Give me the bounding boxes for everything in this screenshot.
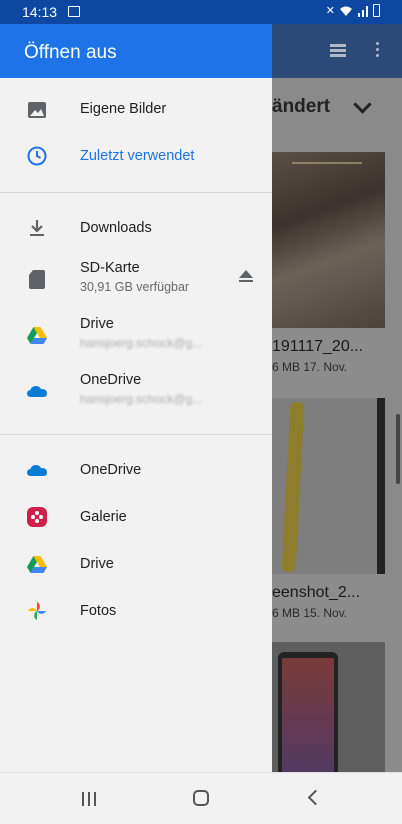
drawer-item-recent[interactable]: Zuletzt verwendet — [0, 133, 272, 180]
drawer-item-downloads[interactable]: Downloads — [0, 205, 272, 252]
google-drive-icon — [27, 556, 47, 573]
drawer-item-gallery[interactable]: Galerie — [0, 494, 272, 541]
sort-label[interactable]: ändert — [272, 96, 330, 118]
google-photos-icon — [28, 602, 46, 620]
drawer-item-sublabel: 30,91 GB verfügbar — [80, 280, 190, 294]
back-icon[interactable] — [307, 789, 324, 806]
recents-icon[interactable] — [82, 792, 96, 806]
clock-icon — [27, 146, 47, 166]
google-drive-icon — [27, 327, 47, 344]
drawer-item-label: Eigene Bilder — [80, 101, 167, 117]
drawer-title: Öffnen aus — [0, 24, 272, 78]
drawer-item-label: Drive — [80, 316, 114, 332]
drawer-item-label: Zuletzt verwendet — [80, 148, 195, 164]
file-thumbnail — [272, 398, 385, 574]
battery-icon — [373, 4, 380, 17]
drawer-item-label: Fotos — [80, 603, 117, 619]
home-icon[interactable] — [193, 790, 209, 806]
drawer-item-label: Drive — [80, 556, 114, 572]
file-name: eenshot_2... — [272, 584, 361, 601]
photo-notification-icon — [68, 6, 80, 17]
drawer-item-label: SD-Karte — [80, 260, 140, 276]
eject-icon[interactable] — [238, 269, 254, 283]
file-card[interactable]: 191117_20... 6 MB 17. Nov. — [272, 152, 385, 402]
drawer-item-onedrive[interactable]: OneDrive — [0, 447, 272, 494]
drawer-item-drive[interactable]: Drive hansjoerg.schock@g... — [0, 308, 272, 364]
more-options-icon[interactable] — [376, 42, 380, 60]
file-name: 191117_20... — [272, 338, 364, 355]
drawer-item-label: Downloads — [80, 220, 152, 236]
drawer-item-sd-card[interactable]: SD-Karte 30,91 GB verfügbar — [0, 252, 272, 308]
file-thumbnail — [272, 152, 385, 328]
status-bar: 14:13 ✕ — [0, 0, 402, 24]
drawer-item-drive-app[interactable]: Drive — [0, 541, 272, 588]
chevron-down-icon[interactable] — [353, 95, 372, 114]
scrollbar[interactable] — [396, 414, 400, 484]
drawer-item-account: hansjoerg.schock@g... — [80, 392, 203, 406]
onedrive-icon — [27, 386, 47, 397]
drawer-section-storage: Downloads SD-Karte 30,91 GB verfügbar Dr… — [0, 193, 272, 435]
screen: 14:13 ✕ ändert 191117_20... 6 MB 17. Nov… — [0, 0, 402, 824]
onedrive-icon — [27, 465, 47, 476]
drawer-section-recent: Eigene Bilder Zuletzt verwendet — [0, 78, 272, 193]
mute-icon: ✕ — [325, 5, 335, 17]
drawer-section-apps: OneDrive Galerie Drive Fotos — [0, 435, 272, 635]
system-nav-bar — [0, 772, 402, 824]
list-view-icon[interactable] — [330, 44, 346, 58]
file-card[interactable]: eenshot_2... 6 MB 15. Nov. — [272, 398, 385, 652]
drawer-item-own-pictures[interactable]: Eigene Bilder — [0, 86, 272, 133]
drawer-item-photos[interactable]: Fotos — [0, 588, 272, 635]
gallery-icon — [27, 507, 47, 527]
status-icons: ✕ — [326, 4, 380, 17]
download-icon — [30, 220, 44, 236]
drawer-item-label: Galerie — [80, 509, 127, 525]
drawer-item-account: hansjoerg.schock@g... — [80, 336, 203, 350]
wifi-icon — [340, 6, 352, 16]
file-meta: 6 MB 17. Nov. — [272, 360, 348, 374]
navigation-drawer: Öffnen aus Eigene Bilder Zuletzt verwend… — [0, 24, 272, 772]
signal-icon — [358, 5, 368, 17]
file-meta: 6 MB 15. Nov. — [272, 606, 348, 620]
status-time: 14:13 — [22, 4, 58, 20]
image-icon — [28, 102, 46, 118]
drawer-item-label: OneDrive — [80, 462, 142, 478]
drawer-item-onedrive-account[interactable]: OneDrive hansjoerg.schock@g... — [0, 364, 272, 420]
sd-card-icon — [29, 270, 45, 289]
drawer-item-label: OneDrive — [80, 372, 142, 388]
